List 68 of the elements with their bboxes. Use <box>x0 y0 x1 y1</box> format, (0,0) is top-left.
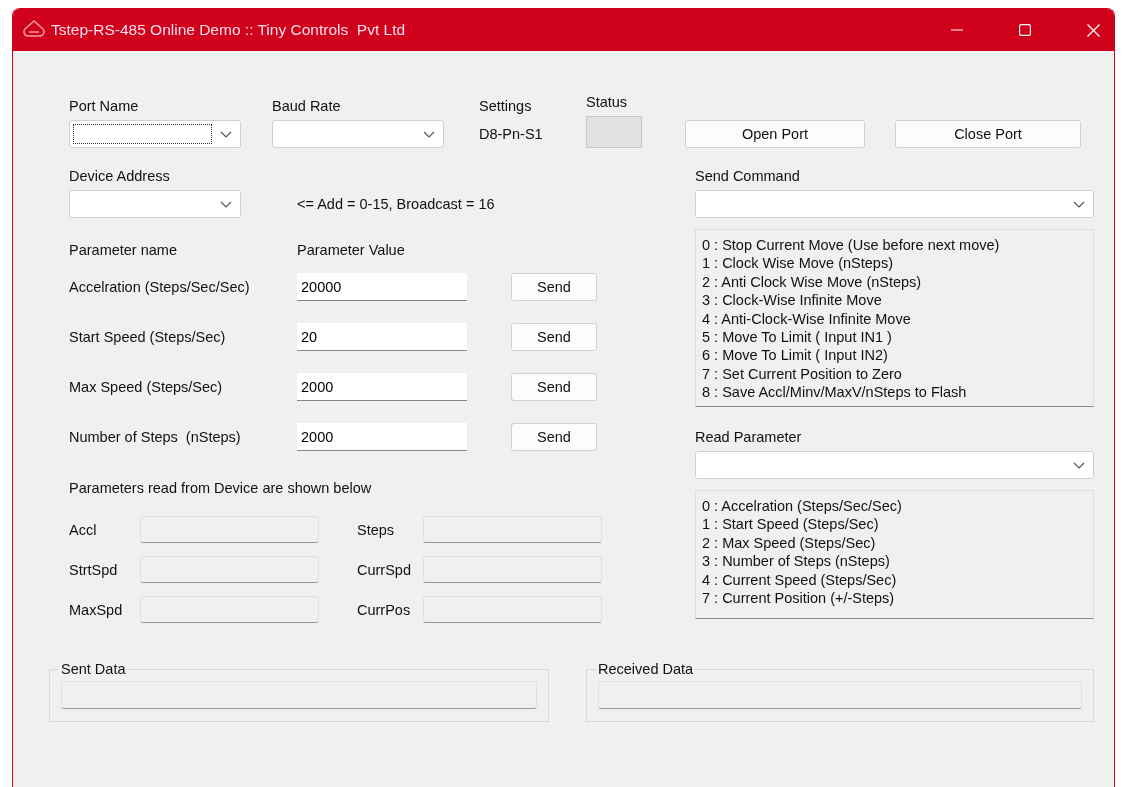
field-label: Read Parameter <box>695 429 803 445</box>
field-label: Settings <box>479 98 533 114</box>
port-button[interactable]: Open Port <box>685 120 865 148</box>
readonly-field[interactable] <box>423 596 602 623</box>
dropdown[interactable] <box>69 120 241 148</box>
list-item[interactable]: 7 : Current Position (+/-Steps) <box>702 589 1087 608</box>
readonly-field[interactable] <box>598 681 1082 709</box>
parameter-label: Max Speed (Steps/Sec) <box>69 379 224 395</box>
list-item[interactable]: 2 : Max Speed (Steps/Sec) <box>702 533 1087 553</box>
readonly-field[interactable] <box>423 556 602 583</box>
section-heading: Parameters read from Device are shown below <box>69 480 373 496</box>
parameter-input[interactable]: 2000 <box>297 373 467 401</box>
readonly-field[interactable] <box>140 556 319 583</box>
send-button[interactable]: Send <box>511 323 597 351</box>
list-item[interactable]: 4 : Current Speed (Steps/Sec) <box>702 570 1087 590</box>
readonly-field[interactable] <box>423 516 602 543</box>
group-title: Sent Data <box>60 661 127 677</box>
parameter-input[interactable]: 20000 <box>297 273 467 301</box>
parameter-label: Start Speed (Steps/Sec) <box>69 329 227 345</box>
readonly-field[interactable] <box>140 516 319 543</box>
field-label: Port Name <box>69 98 140 114</box>
column-header: Parameter Value <box>297 242 406 258</box>
send-button[interactable]: Send <box>511 273 597 301</box>
maximize-icon[interactable] <box>1019 24 1031 36</box>
parameter-label: Accelration (Steps/Sec/Sec) <box>69 279 251 295</box>
chevron-down-icon <box>423 131 435 138</box>
field-label: Steps <box>357 521 396 538</box>
field-label: Device Address <box>69 168 171 184</box>
status-indicator <box>586 116 642 148</box>
readonly-field[interactable] <box>61 681 537 709</box>
list-item[interactable]: 3 : Clock-Wise Infinite Move <box>702 291 1087 310</box>
field-label: Baud Rate <box>272 98 342 114</box>
list-item[interactable]: 0 : Accelration (Steps/Sec/Sec) <box>702 497 1087 516</box>
field-label: CurrPos <box>357 601 412 618</box>
list-item[interactable]: 4 : Anti-Clock-Wise Infinite Move <box>702 309 1087 329</box>
list-item[interactable]: 1 : Start Speed (Steps/Sec) <box>702 515 1087 534</box>
send-button[interactable]: Send <box>511 373 597 401</box>
field-label: StrtSpd <box>69 561 119 578</box>
list-item[interactable]: 2 : Anti Clock Wise Move (nSteps) <box>702 272 1087 292</box>
chevron-down-icon <box>220 201 232 208</box>
close-icon[interactable] <box>1087 23 1100 37</box>
list-item[interactable]: 6 : Move To Limit ( Input IN2) <box>702 346 1087 365</box>
list-item[interactable]: 8 : Save Accl/Minv/MaxV/nSteps to Flash <box>702 383 1087 402</box>
parameter-input[interactable]: 2000 <box>297 423 467 451</box>
field-label: Status <box>586 94 629 110</box>
settings-value: D8-Pn-S1 <box>479 125 544 144</box>
field-label: MaxSpd <box>69 601 124 618</box>
list-item[interactable]: 1 : Clock Wise Move (nSteps) <box>702 254 1087 273</box>
list-item[interactable]: 3 : Number of Steps (nSteps) <box>702 552 1087 571</box>
list-item[interactable]: 5 : Move To Limit ( Input IN1 ) <box>702 328 1087 347</box>
list-item[interactable]: 0 : Stop Current Move (Use before next move) <box>702 236 1087 255</box>
column-header: Parameter name <box>69 242 178 258</box>
field-label: Send Command <box>695 168 801 184</box>
window-title: Tstep-RS-485 Online Demo :: Tiny Controls Pvt Ltd <box>51 21 406 39</box>
chevron-down-icon <box>1073 462 1085 469</box>
parameter-label: Number of Steps (nSteps) <box>69 429 242 445</box>
parameter-input[interactable]: 20 <box>297 323 467 351</box>
field-label: Accl <box>69 521 98 538</box>
port-button[interactable]: Close Port <box>895 120 1081 148</box>
group-title: Received Data <box>597 661 695 677</box>
send-button[interactable]: Send <box>511 423 597 451</box>
chevron-down-icon <box>220 131 232 138</box>
list-item[interactable]: 7 : Set Current Position to Zero <box>702 364 1087 384</box>
field-label: CurrSpd <box>357 561 412 578</box>
logo-icon <box>23 20 45 40</box>
chevron-down-icon <box>1073 201 1085 208</box>
address-hint: <= Add = 0-15, Broadcast = 16 <box>297 196 495 212</box>
readonly-field[interactable] <box>140 596 319 623</box>
